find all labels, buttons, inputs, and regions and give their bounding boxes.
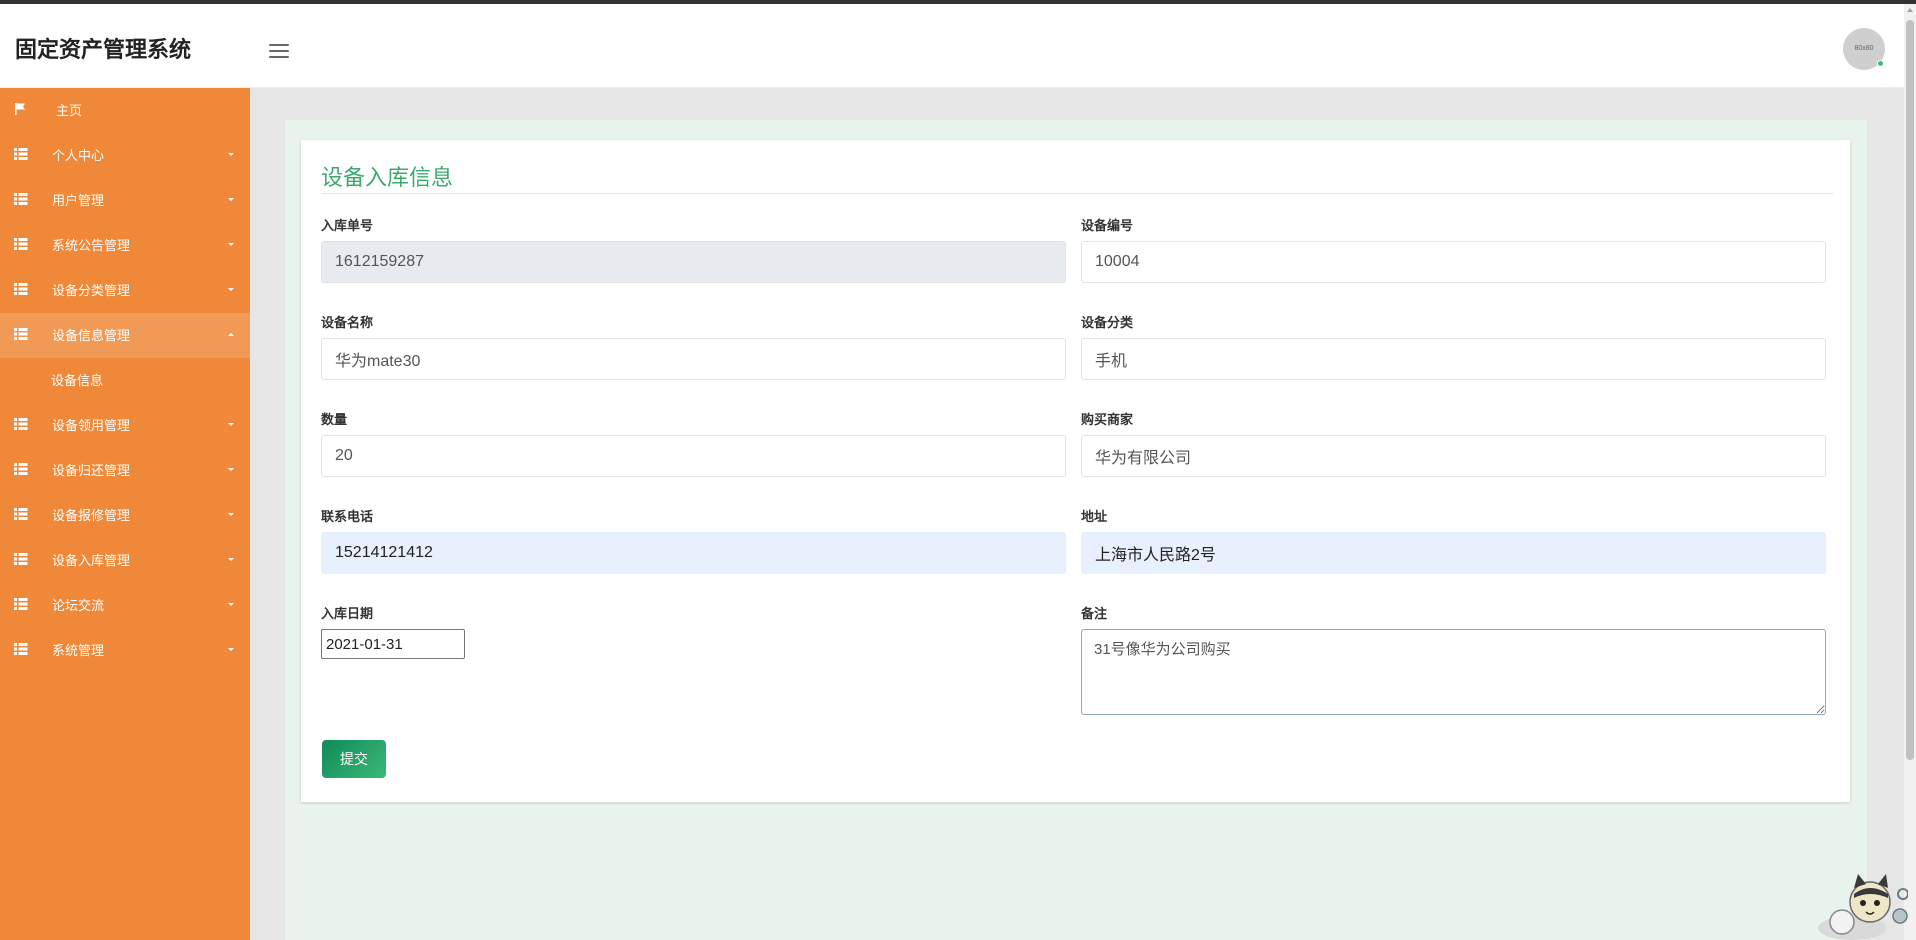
sidebar-item-label: 设备归还管理 (52, 463, 131, 478)
sidebar-item-label: 设备领用管理 (52, 418, 131, 433)
grid-icon (14, 238, 28, 250)
device-no-field[interactable] (1081, 241, 1826, 283)
grid-icon (14, 418, 28, 430)
chevron-down-icon (228, 513, 234, 516)
address-field[interactable] (1081, 532, 1826, 574)
sidebar-item-home[interactable]: 主页 (0, 88, 250, 133)
scroll-thumb[interactable] (1906, 20, 1914, 760)
sidebar-item-device-return[interactable]: 设备归还管理 (0, 448, 250, 493)
order-no-label: 入库单号 (321, 218, 374, 233)
flag-icon (15, 103, 25, 115)
sidebar-item-forum[interactable]: 论坛交流 (0, 583, 250, 628)
phone-label: 联系电话 (321, 509, 374, 524)
grid-icon (14, 553, 28, 565)
sidebar-item-personal-center[interactable]: 个人中心 (0, 133, 250, 178)
app-title: 固定资产管理系统 (15, 37, 192, 62)
sidebar-item-user-management[interactable]: 用户管理 (0, 178, 250, 223)
top-header: 固定资产管理系统 80x80 (0, 4, 1904, 88)
sidebar-item-label: 主页 (56, 103, 83, 118)
grid-icon (14, 328, 28, 340)
sidebar-item-device-borrow[interactable]: 设备领用管理 (0, 403, 250, 448)
chevron-down-icon (228, 198, 234, 201)
phone-field[interactable] (321, 532, 1066, 574)
sidebar-item-label: 系统公告管理 (52, 238, 131, 253)
sidebar-item-label: 个人中心 (52, 148, 105, 163)
chevron-down-icon (228, 423, 234, 426)
menu-toggle-icon[interactable] (269, 44, 289, 60)
quantity-field[interactable] (321, 435, 1066, 477)
chevron-up-icon (228, 333, 234, 336)
sidebar-item-device-stockin[interactable]: 设备入库管理 (0, 538, 250, 583)
scroll-up-icon[interactable] (1907, 8, 1913, 12)
address-label: 地址 (1081, 509, 1108, 524)
sidebar-item-label: 系统管理 (52, 643, 105, 658)
merchant-label: 购买商家 (1081, 412, 1134, 427)
title-divider (321, 193, 1833, 194)
chevron-down-icon (228, 558, 234, 561)
page-scrollbar[interactable] (1904, 4, 1916, 940)
sidebar-item-system[interactable]: 系统管理 (0, 628, 250, 673)
order-no-field[interactable] (321, 241, 1066, 283)
grid-icon (14, 598, 28, 610)
merchant-field[interactable] (1081, 435, 1826, 477)
chevron-down-icon (228, 243, 234, 246)
sidebar-item-device-info[interactable]: 设备信息管理 (0, 313, 250, 358)
cat-mascot-icon (1818, 874, 1908, 940)
sidebar-item-device-category[interactable]: 设备分类管理 (0, 268, 250, 313)
online-status-dot (1877, 60, 1884, 67)
remark-label: 备注 (1081, 606, 1108, 621)
sidebar-item-label: 设备报修管理 (52, 508, 131, 523)
grid-icon (14, 508, 28, 520)
device-name-label: 设备名称 (321, 315, 374, 330)
avatar[interactable]: 80x80 (1843, 28, 1885, 70)
category-label: 设备分类 (1081, 315, 1134, 330)
submit-button[interactable]: 提交 (322, 740, 386, 778)
grid-icon (14, 148, 28, 160)
device-name-field[interactable] (321, 338, 1066, 380)
sidebar-item-label: 论坛交流 (52, 598, 105, 613)
page-title: 设备入库信息 (321, 165, 454, 190)
grid-icon (14, 643, 28, 655)
chevron-down-icon (228, 648, 234, 651)
device-no-label: 设备编号 (1081, 218, 1134, 233)
grid-icon (14, 193, 28, 205)
quantity-label: 数量 (321, 412, 348, 427)
category-field[interactable] (1081, 338, 1826, 380)
stockin-form-card: 设备入库信息 入库单号 设备编号 设备名称 设备分类 数量 购买商家 联系电话 … (301, 140, 1850, 802)
sidebar-item-announcement[interactable]: 系统公告管理 (0, 223, 250, 268)
date-label: 入库日期 (321, 606, 374, 621)
remark-textarea[interactable]: 31号像华为公司购买 (1081, 629, 1826, 715)
grid-icon (14, 463, 28, 475)
chevron-down-icon (228, 288, 234, 291)
sidebar-item-label: 设备信息管理 (52, 328, 131, 343)
date-field[interactable] (321, 629, 465, 659)
sidebar: 主页 个人中心 用户管理 系统公告管理 设备分类管理 设备信息管理 设备信息 设… (0, 88, 250, 940)
grid-icon (14, 283, 28, 295)
sidebar-item-label: 用户管理 (52, 193, 105, 208)
sidebar-item-device-repair[interactable]: 设备报修管理 (0, 493, 250, 538)
sidebar-item-label: 设备入库管理 (52, 553, 131, 568)
sidebar-item-label: 设备分类管理 (52, 283, 131, 298)
chevron-down-icon (228, 153, 234, 156)
sidebar-subitem-device-info[interactable]: 设备信息 (0, 358, 250, 403)
avatar-text: 80x80 (1854, 45, 1874, 52)
chevron-down-icon (228, 603, 234, 606)
chevron-down-icon (228, 468, 234, 471)
